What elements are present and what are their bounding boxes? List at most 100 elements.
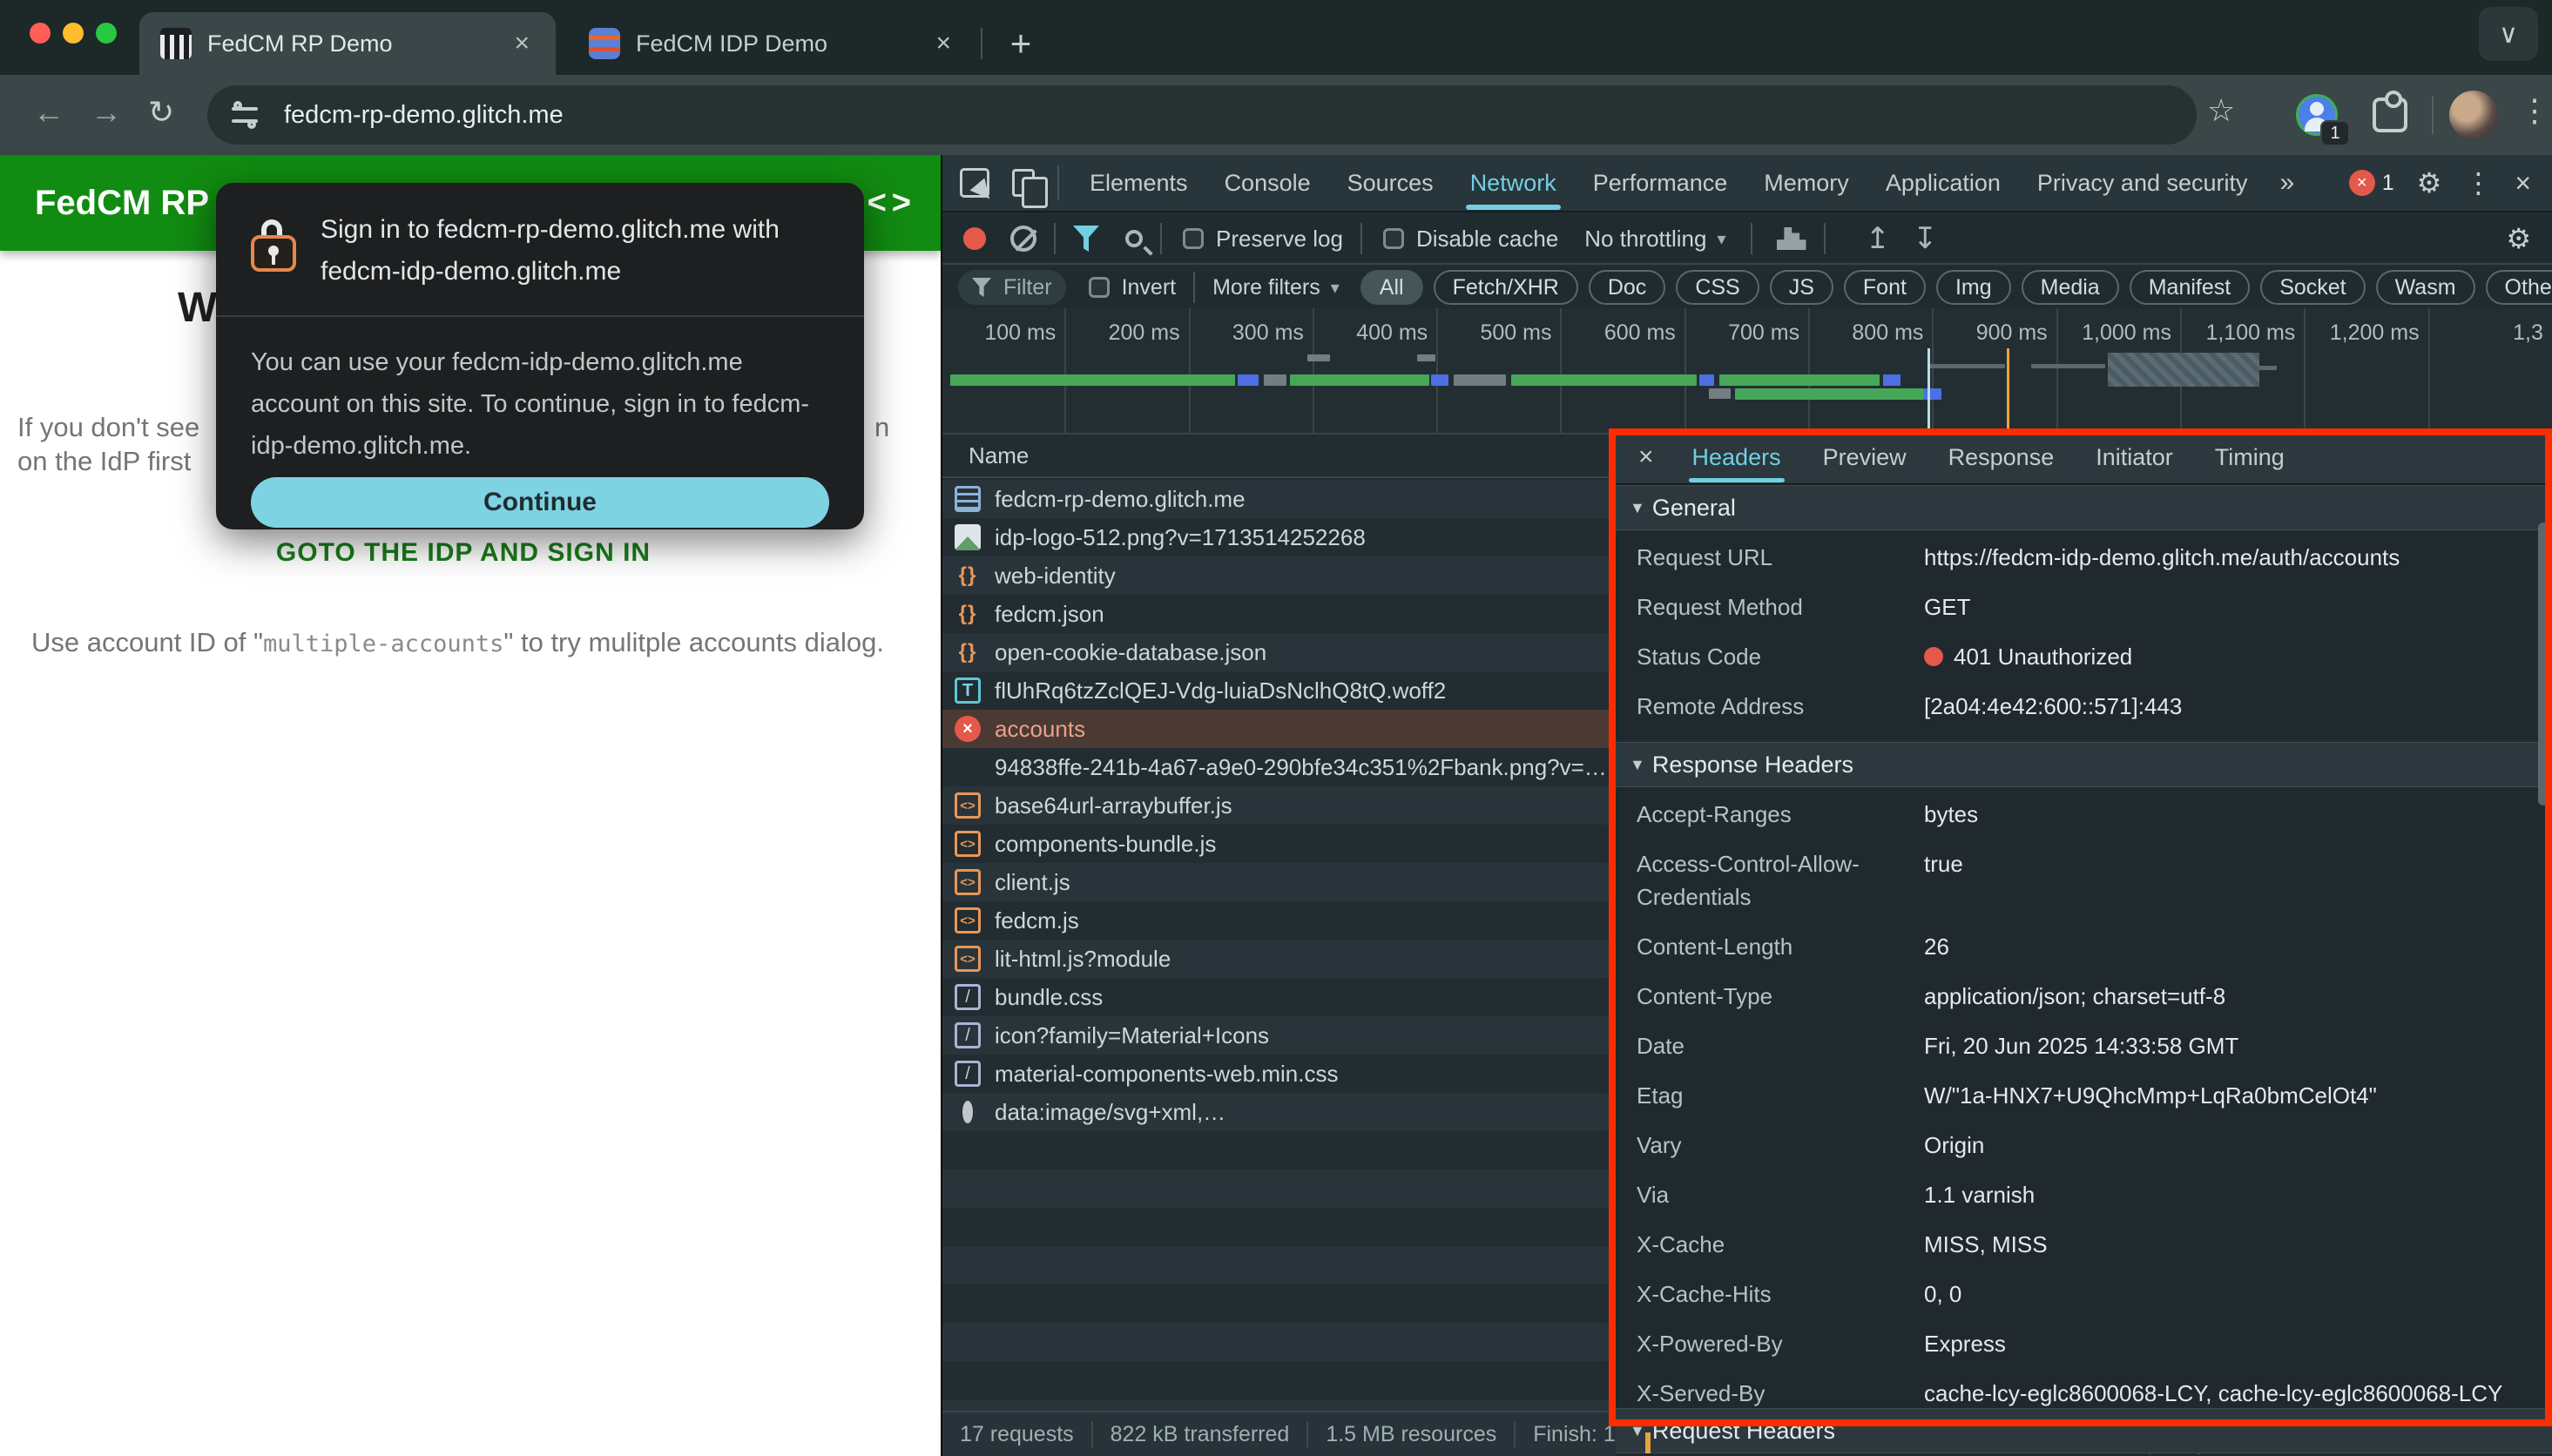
request-type-filter-media[interactable]: Media (2022, 270, 2119, 305)
filter-toggle-icon[interactable] (1073, 226, 1099, 252)
goto-idp-link[interactable]: GOTO THE IDP AND SIGN IN (0, 538, 927, 568)
request-name: 94838ffe-241b-4a67-a9e0-290bfe34c351%2Fb… (995, 754, 1607, 781)
network-conditions-icon[interactable] (1777, 227, 1806, 250)
request-type-filter-wasm[interactable]: Wasm (2376, 270, 2475, 305)
network-request-row[interactable]: {}open-cookie-database.json (942, 633, 1616, 671)
network-request-row[interactable]: <>fedcm.js (942, 901, 1616, 940)
devtools-settings-icon[interactable]: ⚙ (2417, 166, 2442, 199)
devtools-tab-privacy-and-security[interactable]: Privacy and security (2019, 154, 2266, 212)
tab-title: FedCM IDP Demo (636, 30, 930, 57)
more-filters-dropdown[interactable]: More filters (1212, 275, 1320, 300)
details-tab-preview[interactable]: Preview (1802, 431, 1928, 484)
devtools-tab-performance[interactable]: Performance (1575, 154, 1746, 212)
devtools-tab-elements[interactable]: Elements (1071, 154, 1206, 212)
extensions-puzzle-icon[interactable] (2373, 98, 2407, 132)
request-type-filter-manifest[interactable]: Manifest (2130, 270, 2250, 305)
browser-tab-rp[interactable]: FedCM RP Demo × (139, 12, 556, 75)
devtools-tab-console[interactable]: Console (1206, 154, 1329, 212)
network-request-row[interactable]: idp-logo-512.png?v=1713514252268 (942, 518, 1616, 556)
network-request-row[interactable]: TflUhRq6tzZclQEJ-Vdg-luiaDsNclhQ8tQ.woff… (942, 671, 1616, 710)
window-zoom-button[interactable] (96, 23, 117, 44)
throttling-select[interactable]: No throttling (1584, 226, 1706, 253)
network-overview-timeline[interactable]: 100 ms200 ms300 ms400 ms500 ms600 ms700 … (942, 308, 2552, 435)
network-request-row[interactable]: /bundle.css (942, 978, 1616, 1016)
timeline-tick-label: 1,000 ms (2082, 320, 2171, 346)
network-request-row[interactable]: {}web-identity (942, 556, 1616, 595)
bookmark-star-icon[interactable]: ☆ (2207, 92, 2235, 129)
name-column-header[interactable]: Name (942, 435, 1616, 478)
site-settings-icon[interactable] (230, 100, 260, 130)
request-type-filter-doc[interactable]: Doc (1589, 270, 1665, 305)
more-tabs-icon[interactable]: » (2280, 168, 2295, 198)
new-tab-button[interactable]: + (995, 17, 1047, 70)
network-request-row[interactable]: ×accounts (942, 710, 1616, 748)
window-close-button[interactable] (30, 23, 51, 44)
network-request-row[interactable]: /icon?family=Material+Icons (942, 1016, 1616, 1055)
window-minimize-button[interactable] (63, 23, 84, 44)
network-request-row[interactable]: <>lit-html.js?module (942, 940, 1616, 978)
response-headers-section-header[interactable]: ▼ Response Headers (1616, 742, 2552, 787)
header-value: true (1924, 847, 1963, 913)
devtools-tab-memory[interactable]: Memory (1745, 154, 1867, 212)
export-har-icon[interactable]: ↧ (1913, 221, 1938, 256)
divider (1054, 223, 1056, 254)
request-type-filter-img[interactable]: Img (1936, 270, 2011, 305)
tab-close-icon[interactable]: × (509, 29, 535, 58)
network-request-row[interactable]: <>components-bundle.js (942, 825, 1616, 863)
browser-tab-idp[interactable]: FedCM IDP Demo × (568, 12, 977, 75)
request-type-filter-all[interactable]: All (1360, 270, 1423, 305)
device-toolbar-icon[interactable] (1012, 169, 1035, 197)
devtools-menu-icon[interactable]: ⋮ (2464, 166, 2492, 199)
request-type-filter-css[interactable]: CSS (1676, 270, 1759, 305)
network-request-row[interactable]: {}fedcm.json (942, 595, 1616, 633)
request-headers-section-header[interactable]: ▼ Request Headers (1616, 1408, 2552, 1453)
request-name: lit-html.js?module (995, 946, 1171, 973)
request-type-filter-fetch-xhr[interactable]: Fetch/XHR (1434, 270, 1578, 305)
devtools-tab-application[interactable]: Application (1867, 154, 2019, 212)
request-type-filter-other[interactable]: Other (2486, 270, 2552, 305)
error-counter[interactable]: × 1 (2349, 170, 2394, 196)
search-icon[interactable] (1125, 230, 1143, 247)
devtools-tab-sources[interactable]: Sources (1329, 154, 1452, 212)
disable-cache-checkbox[interactable] (1383, 228, 1404, 249)
general-section-header[interactable]: ▼ General (1616, 485, 2552, 530)
details-tab-response[interactable]: Response (1928, 431, 2076, 484)
continue-button[interactable]: Continue (251, 477, 829, 528)
reload-icon[interactable]: ↻ (148, 94, 174, 131)
invert-checkbox[interactable] (1089, 277, 1110, 298)
clear-network-log-icon[interactable] (1010, 226, 1036, 252)
details-tab-initiator[interactable]: Initiator (2075, 431, 2194, 484)
back-icon[interactable]: ← (33, 94, 64, 131)
network-request-row[interactable]: 94838ffe-241b-4a67-a9e0-290bfe34c351%2Fb… (942, 748, 1616, 786)
scrollbar-thumb[interactable] (2538, 522, 2549, 806)
network-settings-icon[interactable]: ⚙ (2506, 222, 2552, 255)
forward-icon[interactable]: → (91, 94, 122, 131)
idp-favicon-icon (589, 28, 620, 59)
request-type-filter-font[interactable]: Font (1844, 270, 1926, 305)
inspect-element-icon[interactable] (960, 168, 989, 198)
preserve-log-checkbox[interactable] (1183, 228, 1204, 249)
import-har-icon[interactable]: ↥ (1866, 221, 1891, 256)
request-type-filter-js[interactable]: JS (1770, 270, 1833, 305)
devtools-close-icon[interactable]: × (2515, 167, 2531, 199)
details-tab-headers[interactable]: Headers (1671, 431, 1802, 484)
network-request-row[interactable]: <>base64url-arraybuffer.js (942, 786, 1616, 825)
tab-close-icon[interactable]: × (930, 29, 956, 58)
browser-menu-icon[interactable]: ⋮ (2519, 92, 2550, 129)
network-request-row[interactable]: <>client.js (942, 863, 1616, 901)
tab-search-button[interactable]: ∨ (2479, 7, 2538, 61)
code-link-icon[interactable]: <> (868, 185, 916, 222)
network-request-row[interactable]: data:image/svg+xml,… (942, 1093, 1616, 1131)
close-details-icon[interactable]: × (1616, 442, 1671, 472)
record-button-icon[interactable] (963, 227, 986, 250)
request-type-filter-socket[interactable]: Socket (2260, 270, 2365, 305)
address-bar[interactable]: fedcm-rp-demo.glitch.me (207, 85, 2197, 145)
network-request-row[interactable]: /material-components-web.min.css (942, 1055, 1616, 1093)
profile-avatar[interactable] (2449, 91, 2498, 139)
devtools-tab-network[interactable]: Network (1452, 154, 1575, 212)
paragraph-fragment: n (874, 412, 889, 443)
filter-input[interactable]: Filter (958, 270, 1066, 305)
header-value: Origin (1924, 1129, 1984, 1162)
details-tab-timing[interactable]: Timing (2194, 431, 2306, 484)
network-request-row[interactable]: fedcm-rp-demo.glitch.me (942, 480, 1616, 518)
